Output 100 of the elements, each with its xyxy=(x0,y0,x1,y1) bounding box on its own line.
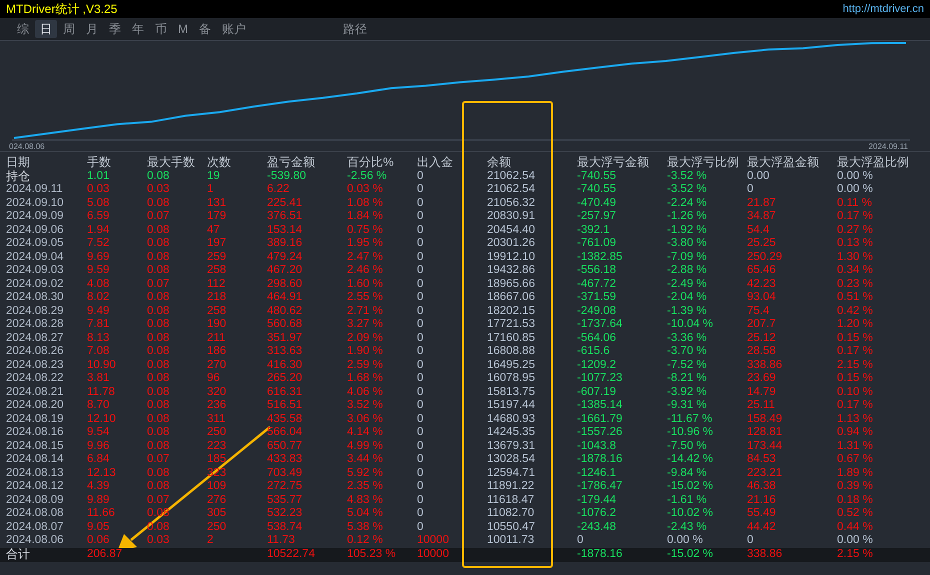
table-cell-text: 2.55 % xyxy=(346,291,384,304)
table-cell-text: 0.06 xyxy=(86,534,110,548)
table-cell-text: 0.52 % xyxy=(836,507,874,520)
table-cell-text: 0.08 xyxy=(146,345,170,358)
table-cell-text: 19912.10 xyxy=(486,250,536,264)
table-cell-text: 1.84 % xyxy=(346,210,384,224)
table-cell-text: 250 xyxy=(206,426,228,440)
table-cell-text: 8.13 xyxy=(86,332,110,345)
path-button[interactable]: 路径 xyxy=(338,20,372,38)
table-cell-text: -1.26 % xyxy=(666,210,708,224)
table-cell-text: -1.39 % xyxy=(666,304,708,318)
table-cell-text: 0 xyxy=(416,466,424,480)
table-cell-text: 185 xyxy=(206,453,228,466)
table-cell-text: 258 xyxy=(206,264,228,278)
table-cell-text: 225.41 xyxy=(266,196,304,210)
table-cell-text: 276 xyxy=(206,494,228,507)
table-cell-text: 0.42 % xyxy=(836,304,874,318)
table-cell-text: -15.02 % xyxy=(666,480,714,494)
date-cell-text: 2024.08.15 xyxy=(5,440,65,453)
date-cell-text: 2024.08.14 xyxy=(5,453,65,466)
table-cell-text: 0 xyxy=(416,440,424,453)
table-cell-text: -1385.14 xyxy=(576,399,624,412)
table-cell-text: 15813.75 xyxy=(486,386,536,399)
tab[interactable]: 年 xyxy=(127,20,149,38)
tab[interactable]: 日 xyxy=(35,20,57,38)
table-cell-text: -1382.85 xyxy=(576,250,624,264)
table-cell-text: 616.31 xyxy=(266,386,304,399)
table-cell-text: 0 xyxy=(416,250,424,264)
column-header: 次数 xyxy=(206,156,232,170)
table-cell-text: 1.90 % xyxy=(346,345,384,358)
date-cell-text: 2024.08.13 xyxy=(5,466,65,480)
table-cell-text: 0.15 % xyxy=(836,372,874,386)
table-cell-text: 259 xyxy=(206,250,228,264)
table-cell-text: -1077.23 xyxy=(576,372,624,386)
table-cell-text: 21056.32 xyxy=(486,196,536,210)
table-cell-text: 338.86 xyxy=(746,358,784,372)
table-cell-text: 20830.91 xyxy=(486,210,536,224)
tab[interactable]: 币 xyxy=(150,20,172,38)
table-cell-text: 21062.54 xyxy=(486,183,536,196)
date-cell-text: 2024.09.04 xyxy=(5,250,65,264)
table-cell-text: -10.96 % xyxy=(666,426,714,440)
table-cell-text: 305 xyxy=(206,507,228,520)
table-cell-text: 28.58 xyxy=(746,345,777,358)
table-cell-text: 19432.86 xyxy=(486,264,536,278)
table-cell-text: 0.00 % xyxy=(666,534,704,548)
tab[interactable]: M xyxy=(173,20,193,38)
table-cell-text: 0 xyxy=(416,318,424,332)
table-cell-text: 20301.26 xyxy=(486,237,536,250)
table-cell-text: 11891.22 xyxy=(486,480,536,494)
table-cell-text: 153.14 xyxy=(266,224,304,237)
table-cell-text: 0 xyxy=(416,183,424,196)
tab[interactable]: 季 xyxy=(104,20,126,38)
table-cell-text: 0.17 % xyxy=(836,210,874,224)
column-header: 盈亏金额 xyxy=(266,156,316,170)
tab[interactable]: 月 xyxy=(81,20,103,38)
date-cell-text: 2024.08.19 xyxy=(5,412,65,426)
table-cell-text: 703.49 xyxy=(266,466,304,480)
website-link[interactable]: http://mtdriver.cn xyxy=(842,0,924,18)
table-cell-text: 0.12 % xyxy=(346,534,384,548)
table-cell-text: -14.42 % xyxy=(666,453,714,466)
table-cell-text: -2.43 % xyxy=(666,520,708,534)
table-cell-text: 0 xyxy=(416,412,424,426)
table-cell-text: 179 xyxy=(206,210,228,224)
table-cell-text: -1246.1 xyxy=(576,466,618,480)
table-cell-text: 2.15 % xyxy=(836,358,874,372)
tab[interactable]: 账户 xyxy=(217,20,251,38)
table-cell-text: 223.21 xyxy=(746,466,784,480)
table-cell-text: 560.68 xyxy=(266,318,304,332)
table-cell-text: 21.87 xyxy=(746,196,777,210)
table-cell-text: 2.09 % xyxy=(346,332,384,345)
table-cell-text: 3.06 % xyxy=(346,412,384,426)
table-cell-text: 25.25 xyxy=(746,237,777,250)
table-cell-text: -539.80 xyxy=(266,170,308,183)
tab[interactable]: 周 xyxy=(58,20,80,38)
table-cell-text: -2.04 % xyxy=(666,291,708,304)
table-cell-text: 0.03 % xyxy=(346,183,384,196)
tab[interactable]: 综 xyxy=(12,20,34,38)
tab[interactable]: 备 xyxy=(194,20,216,38)
table-cell-text: -9.31 % xyxy=(666,399,708,412)
table-cell-text: 0.94 % xyxy=(836,426,874,440)
table-cell-text: -761.09 xyxy=(576,237,618,250)
table-cell-text: -3.52 % xyxy=(666,183,708,196)
table-cell-text: 0.51 % xyxy=(836,291,874,304)
table-cell-text: -740.55 xyxy=(576,170,618,183)
table-cell-text: -1209.2 xyxy=(576,358,618,372)
table-cell-text: 10.90 xyxy=(86,358,117,372)
table-cell-text: 18202.15 xyxy=(486,304,536,318)
table-cell-text: 535.77 xyxy=(266,494,304,507)
table-cell-text: 0.08 xyxy=(146,250,170,264)
table-cell-text: -740.55 xyxy=(576,183,618,196)
table-cell-text: 0 xyxy=(416,170,424,183)
table-cell-text: 0 xyxy=(416,399,424,412)
window-title: MTDriver统计 ,V3.25 xyxy=(6,1,118,18)
table-cell-text: 650.77 xyxy=(266,440,304,453)
table-cell-text: -2.88 % xyxy=(666,264,708,278)
table-cell-text: 0 xyxy=(576,534,584,548)
table-cell-text: 46.38 xyxy=(746,480,777,494)
table-cell-text: 1.94 xyxy=(86,224,110,237)
column-header: 最大浮盈金额 xyxy=(746,156,820,170)
table-cell-text: -392.1 xyxy=(576,224,611,237)
